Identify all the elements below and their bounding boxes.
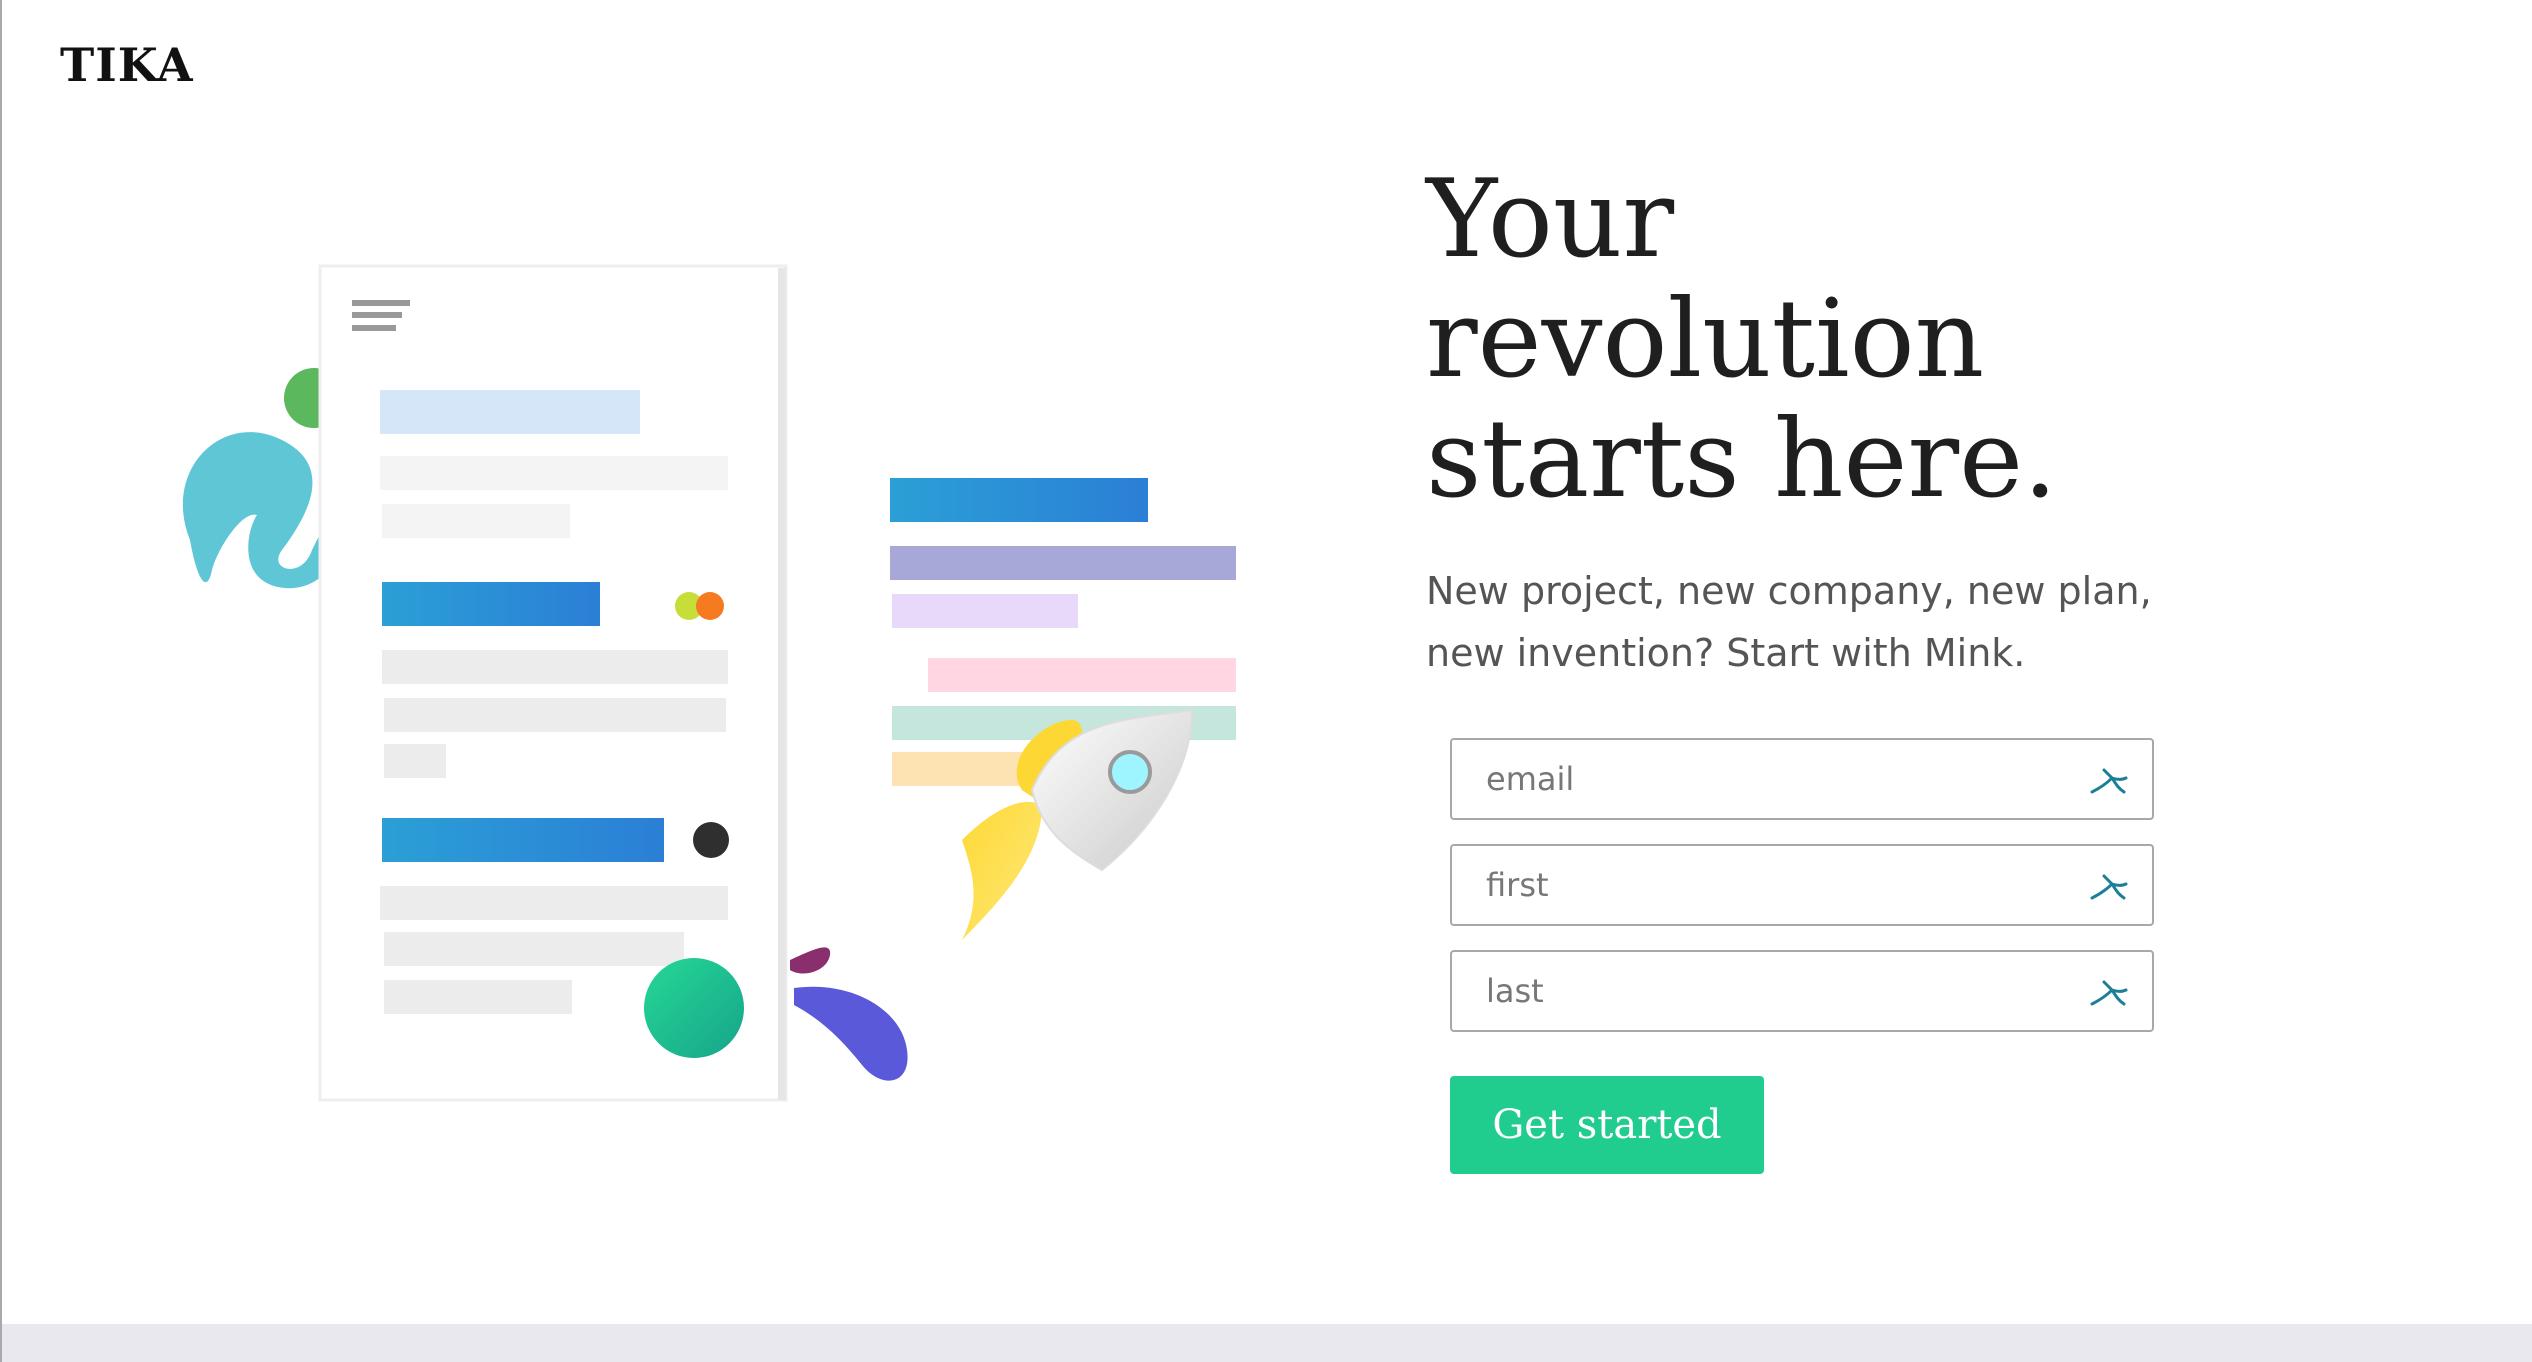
- bottom-bar: [2, 1324, 2532, 1362]
- signup-form: Get started: [1450, 738, 2154, 1174]
- first-name-input[interactable]: [1452, 846, 2152, 924]
- last-name-field-wrapper: [1450, 950, 2154, 1032]
- autofill-key-icon[interactable]: [2088, 762, 2130, 798]
- green-ball-shape: [644, 958, 744, 1058]
- first-name-field-wrapper: [1450, 844, 2154, 926]
- hero-subtitle: New project, new company, new plan, new …: [1426, 560, 2206, 684]
- email-input[interactable]: [1452, 740, 2152, 818]
- hero-illustration: [162, 250, 1262, 1130]
- email-field-wrapper: [1450, 738, 2154, 820]
- get-started-button[interactable]: Get started: [1450, 1076, 1764, 1174]
- page: TIKA Your revolution starts here. New pr…: [0, 0, 2532, 1362]
- blue-splash-shape: [182, 432, 332, 589]
- hero-title-line: Your: [1426, 157, 1675, 282]
- hero-subtitle-line: New project, new company, new plan,: [1426, 569, 2152, 613]
- hero-subtitle-line: new invention? Start with Mink.: [1426, 631, 2026, 675]
- autofill-key-icon[interactable]: [2088, 974, 2130, 1010]
- last-name-input[interactable]: [1452, 952, 2152, 1030]
- brand-logo[interactable]: TIKA: [60, 38, 194, 92]
- hero-title: Your revolution starts here.: [1426, 160, 2326, 520]
- hero-title-line: revolution: [1426, 277, 1985, 402]
- autofill-key-icon[interactable]: [2088, 868, 2130, 904]
- rocket-illustration: [962, 708, 1194, 940]
- hero-title-line: starts here.: [1426, 397, 2058, 522]
